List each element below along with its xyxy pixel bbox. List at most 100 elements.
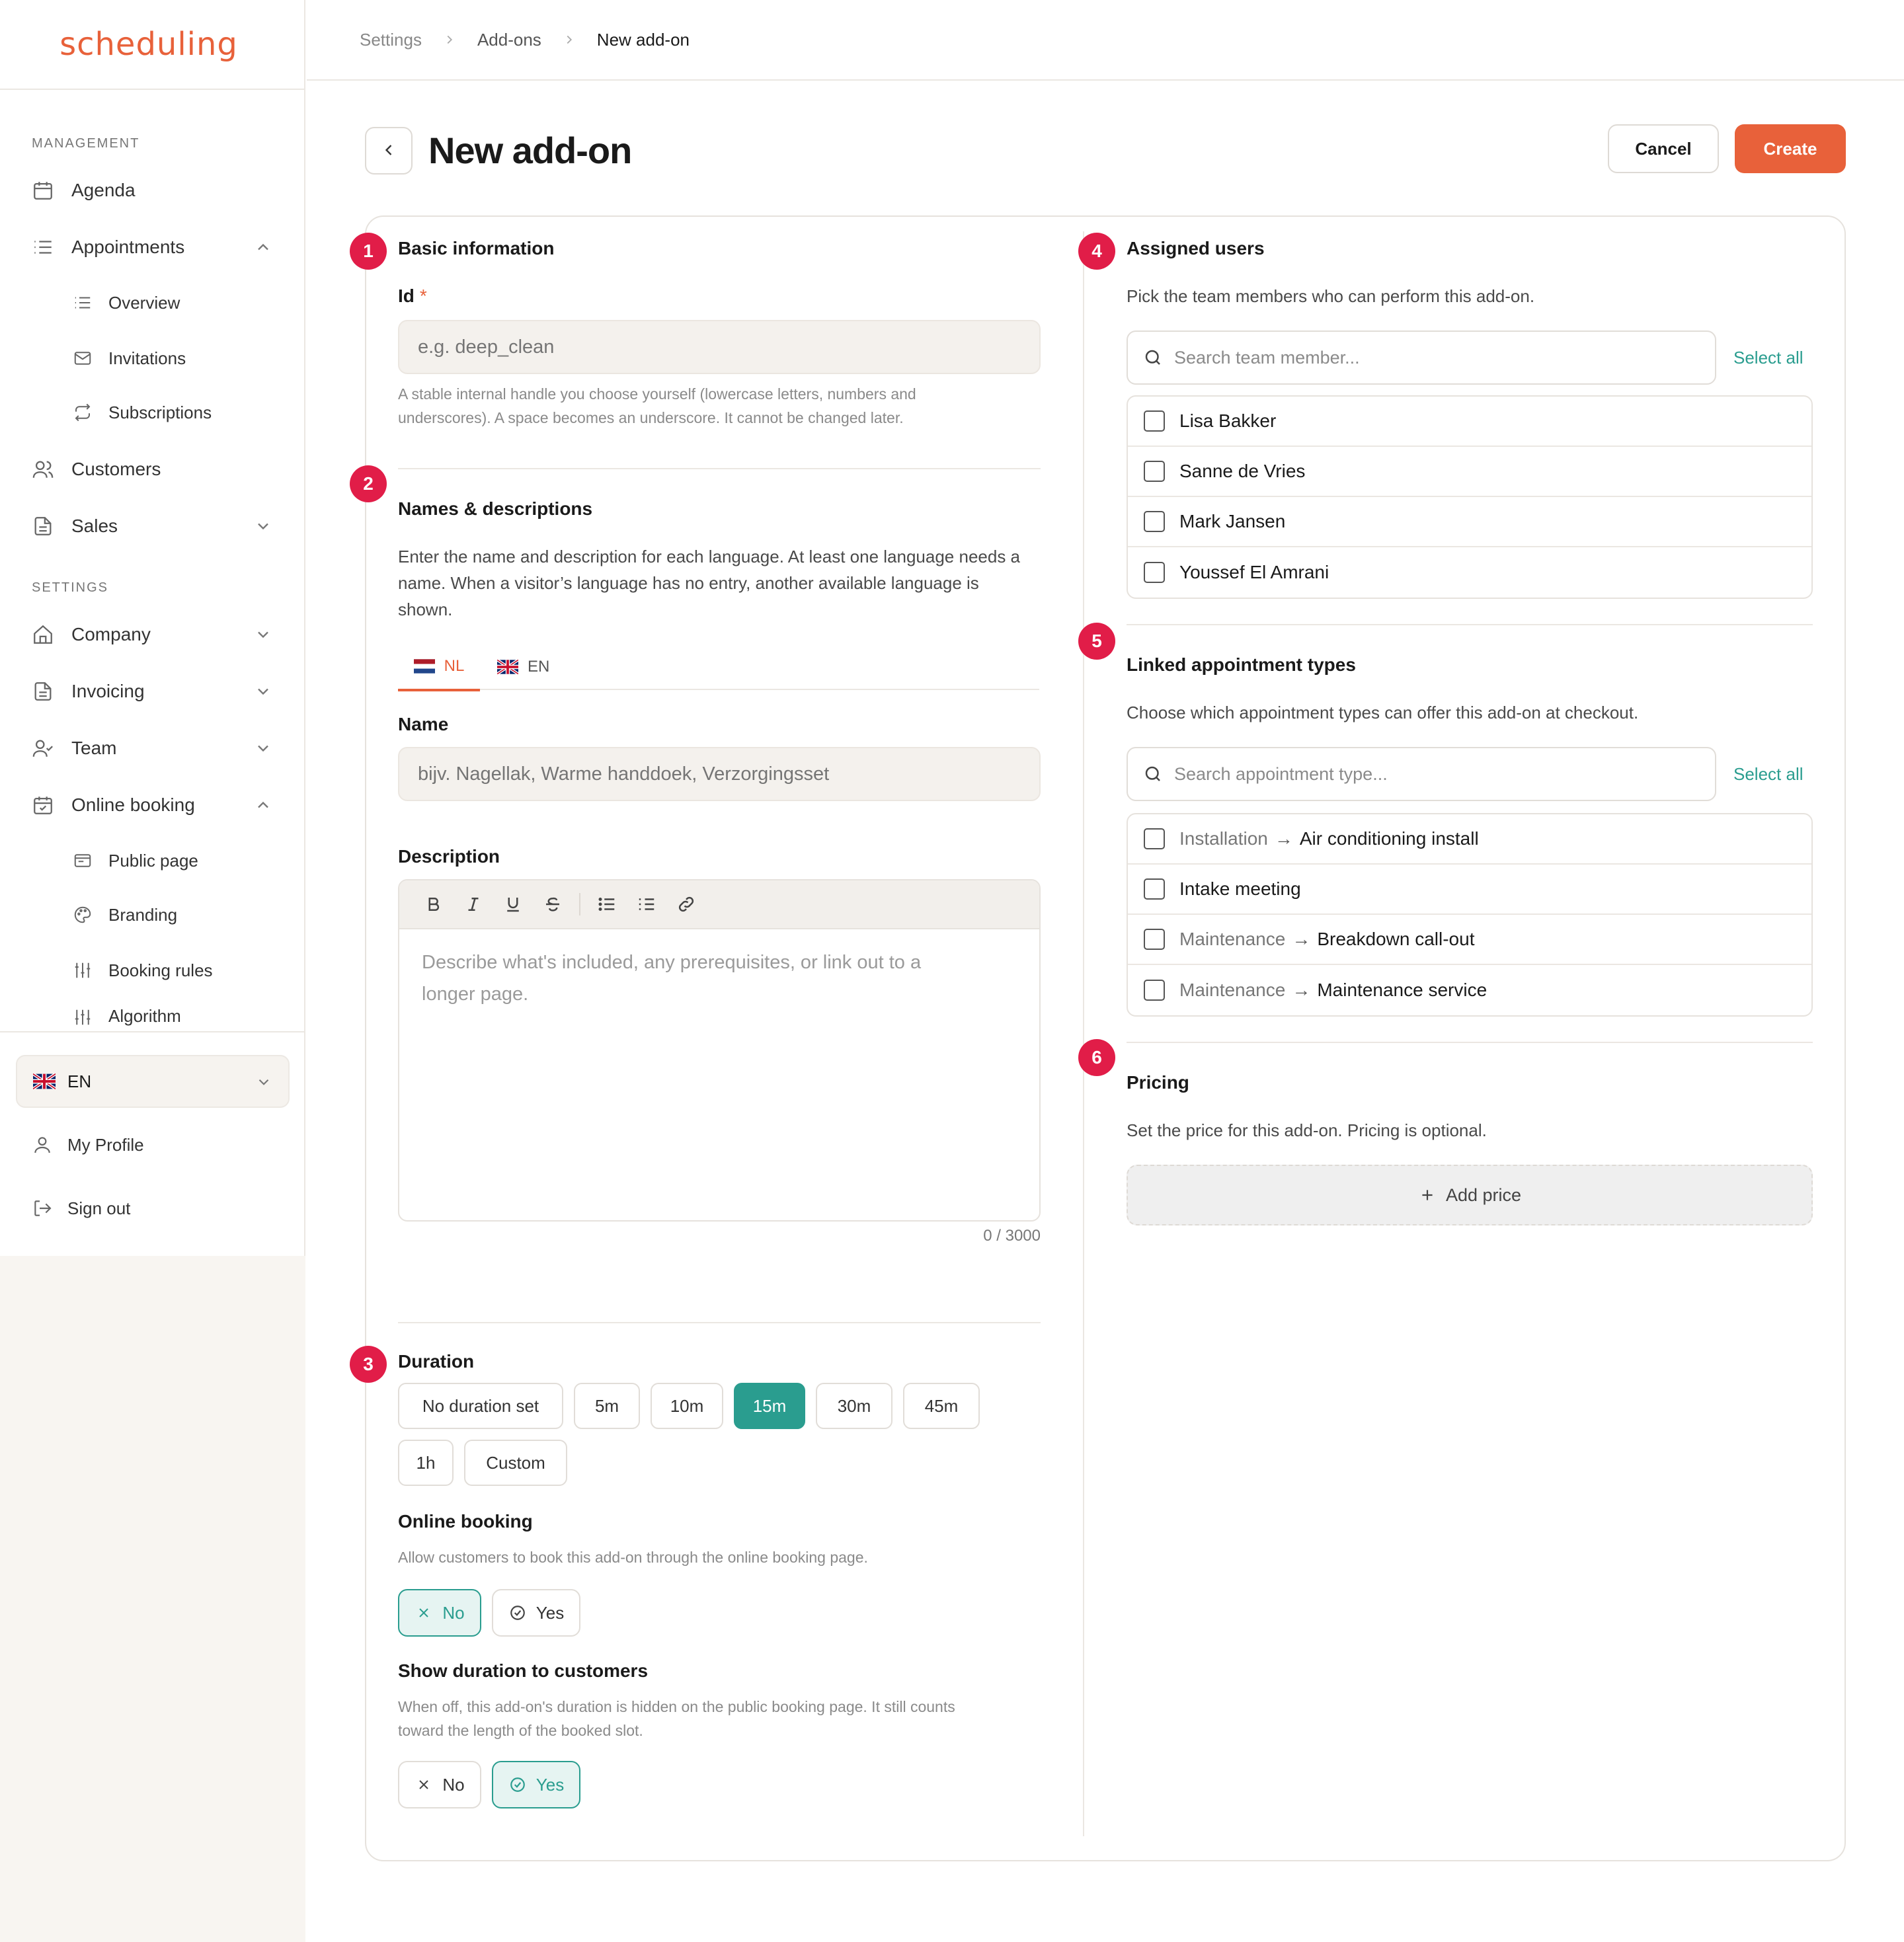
online-booking-yes-button[interactable]: Yes [492, 1589, 580, 1637]
language-value: EN [67, 1071, 92, 1091]
users-description: Pick the team members who can perform th… [1127, 286, 1535, 306]
chevron-up-icon [254, 238, 272, 256]
select-all-users-link[interactable]: Select all [1733, 348, 1804, 368]
sidebar-item-label: Sales [71, 516, 118, 536]
checkbox[interactable] [1144, 511, 1165, 532]
types-description: Choose which appointment types can offer… [1127, 703, 1639, 722]
sidebar-item-booking-rules[interactable]: Booking rules [71, 952, 290, 989]
checkbox[interactable] [1144, 410, 1165, 432]
checkbox[interactable] [1144, 929, 1165, 950]
toggle-label: No [442, 1774, 465, 1795]
checkbox[interactable] [1144, 828, 1165, 849]
section-title-duration: Duration [398, 1351, 475, 1372]
sidebar-item-branding[interactable]: Branding [71, 896, 290, 933]
list-item[interactable]: Intake meeting [1128, 865, 1811, 915]
bold-icon[interactable] [414, 888, 454, 921]
id-label: Id * [398, 286, 427, 307]
breadcrumb-add-ons[interactable]: Add-ons [477, 30, 541, 50]
sign-out-label: Sign out [67, 1198, 131, 1218]
back-button[interactable] [365, 127, 413, 175]
duration-option-45m[interactable]: 45m [903, 1383, 980, 1429]
duration-option-5m[interactable]: 5m [574, 1383, 640, 1429]
sidebar-item-subscriptions[interactable]: Subscriptions [71, 394, 290, 431]
chevron-up-icon [254, 796, 272, 814]
management-section-label: MANAGEMENT [32, 136, 140, 151]
select-all-types-link[interactable]: Select all [1733, 764, 1804, 785]
sidebar-item-label: Team [71, 738, 117, 758]
duration-option-30m[interactable]: 30m [816, 1383, 892, 1429]
my-profile-label: My Profile [67, 1134, 144, 1155]
id-help-line: A stable internal handle you choose your… [398, 385, 916, 403]
list-item[interactable]: Maintenance → Maintenance service [1128, 965, 1811, 1015]
duration-option-none[interactable]: No duration set [398, 1383, 563, 1429]
cancel-button[interactable]: Cancel [1608, 124, 1719, 173]
id-help-line: underscores). A space becomes an undersc… [398, 409, 904, 426]
search-placeholder: Search team member... [1174, 347, 1360, 368]
chevron-left-icon [379, 141, 398, 161]
chevron-right-icon [436, 32, 463, 48]
checkbox[interactable] [1144, 980, 1165, 1001]
type-group: Maintenance [1179, 929, 1286, 949]
duration-option-custom[interactable]: Custom [464, 1440, 567, 1486]
underline-icon[interactable] [493, 888, 533, 921]
italic-icon[interactable] [454, 888, 493, 921]
add-price-label: Add price [1445, 1185, 1522, 1205]
sidebar-item-appointments[interactable]: Appointments [30, 227, 282, 267]
chevron-down-icon [254, 682, 272, 701]
language-select[interactable]: EN [16, 1055, 290, 1108]
list-item[interactable]: Installation → Air conditioning install [1128, 814, 1811, 865]
create-button[interactable]: Create [1735, 124, 1846, 173]
show-duration-label: Show duration to customers [398, 1660, 649, 1681]
sidebar-item-public-page[interactable]: Public page [71, 842, 290, 879]
checkbox[interactable] [1144, 461, 1165, 482]
team-member-search[interactable]: Search team member... [1127, 330, 1716, 385]
sidebar-item-overview[interactable]: Overview [71, 284, 290, 321]
sign-out-link[interactable]: Sign out [30, 1190, 130, 1227]
list-item[interactable]: Youssef El Amrani [1128, 547, 1811, 598]
editor-content[interactable]: Describe what's included, any prerequisi… [399, 929, 1039, 1027]
list-item[interactable]: Lisa Bakker [1128, 397, 1811, 447]
sidebar-item-invoicing[interactable]: Invoicing [30, 672, 282, 711]
show-duration-help: When off, this add-on's duration is hidd… [398, 1695, 1046, 1742]
list-item[interactable]: Sanne de Vries [1128, 447, 1811, 497]
list-item[interactable]: Mark Jansen [1128, 497, 1811, 547]
duration-option-10m[interactable]: 10m [651, 1383, 723, 1429]
calendar-check-icon [30, 793, 56, 818]
duration-option-1h[interactable]: 1h [398, 1440, 454, 1486]
list-item[interactable]: Maintenance → Breakdown call-out [1128, 915, 1811, 965]
show-duration-yes-button[interactable]: Yes [492, 1761, 580, 1808]
sidebar-item-sales[interactable]: Sales [30, 506, 282, 546]
sidebar-item-online-booking[interactable]: Online booking [30, 785, 282, 825]
sidebar-item-algorithm[interactable]: Algorithm [71, 1006, 290, 1031]
sidebar-item-agenda[interactable]: Agenda [30, 171, 282, 210]
tab-nl[interactable]: NL [398, 644, 480, 691]
strikethrough-icon[interactable] [533, 888, 573, 921]
sidebar-item-team[interactable]: Team [30, 728, 282, 768]
tab-en[interactable]: EN [496, 644, 549, 690]
online-booking-no-button[interactable]: No [398, 1589, 481, 1637]
numbered-list-icon[interactable] [627, 888, 666, 921]
name-input[interactable] [398, 747, 1041, 801]
sidebar-item-customers[interactable]: Customers [30, 449, 282, 489]
breadcrumb-settings[interactable]: Settings [360, 30, 422, 50]
logo[interactable]: scheduling [60, 26, 238, 63]
checkbox[interactable] [1144, 562, 1165, 583]
step-badge-6: 6 [1078, 1039, 1115, 1076]
sidebar-item-company[interactable]: Company [30, 615, 282, 654]
bullet-list-icon[interactable] [587, 888, 627, 921]
my-profile-link[interactable]: My Profile [30, 1126, 144, 1163]
search-icon [1142, 763, 1164, 785]
sidebar-item-label: Online booking [71, 795, 195, 815]
add-price-button[interactable]: Add price [1127, 1165, 1813, 1225]
link-icon[interactable] [666, 888, 706, 921]
checkbox[interactable] [1144, 878, 1165, 900]
sidebar-item-invitations[interactable]: Invitations [71, 340, 290, 377]
document-icon [30, 514, 56, 539]
chevron-right-icon [556, 32, 582, 48]
show-duration-no-button[interactable]: No [398, 1761, 481, 1808]
duration-option-15m[interactable]: 15m [734, 1383, 805, 1429]
type-group: Maintenance [1179, 980, 1286, 1000]
appointment-type-search[interactable]: Search appointment type... [1127, 747, 1716, 801]
step-badge-4: 4 [1078, 233, 1115, 270]
id-input[interactable] [398, 320, 1041, 374]
